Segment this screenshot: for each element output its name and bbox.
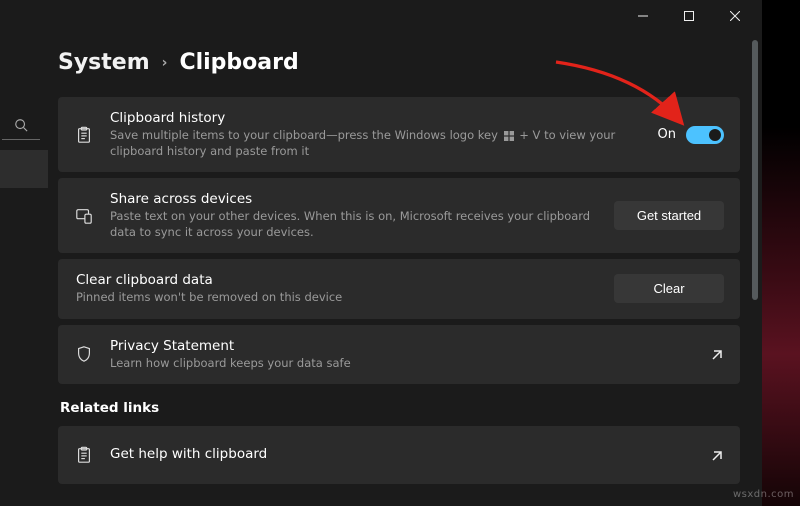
nav-sidebar <box>0 32 48 506</box>
clipboard-icon <box>74 126 94 144</box>
related-links-heading: Related links <box>60 400 740 416</box>
clear-button[interactable]: Clear <box>614 274 724 303</box>
open-external-icon <box>710 448 724 462</box>
minimize-button[interactable] <box>620 0 666 32</box>
search-input[interactable] <box>2 110 40 140</box>
breadcrumb-root[interactable]: System <box>58 50 150 75</box>
setting-title: Share across devices <box>110 191 598 207</box>
breadcrumb-current: Clipboard <box>179 50 298 75</box>
setting-description: Pinned items won't be removed on this de… <box>76 290 598 306</box>
setting-title: Clear clipboard data <box>76 272 598 288</box>
maximize-button[interactable] <box>666 0 712 32</box>
close-button[interactable] <box>712 0 758 32</box>
desktop-background-sliver <box>762 0 800 506</box>
breadcrumb: System › Clipboard <box>58 50 740 75</box>
devices-icon <box>74 207 94 225</box>
window-titlebar <box>0 0 762 32</box>
scrollbar-thumb[interactable] <box>752 40 758 300</box>
setting-clipboard-history: Clipboard history Save multiple items to… <box>58 97 740 172</box>
setting-title: Clipboard history <box>110 110 642 126</box>
setting-description: Save multiple items to your clipboard—pr… <box>110 128 642 159</box>
related-get-help[interactable]: Get help with clipboard <box>58 426 740 484</box>
setting-privacy-statement[interactable]: Privacy Statement Learn how clipboard ke… <box>58 325 740 385</box>
shield-icon <box>74 345 94 363</box>
setting-clear-clipboard: Clear clipboard data Pinned items won't … <box>58 259 740 319</box>
clipboard-icon <box>74 446 94 464</box>
open-external-icon <box>710 347 724 361</box>
main-content: System › Clipboard Clipboard history Sav… <box>48 32 762 506</box>
setting-description: Paste text on your other devices. When t… <box>110 209 598 240</box>
settings-window: System › Clipboard Clipboard history Sav… <box>0 0 762 506</box>
nav-item-selected[interactable] <box>0 150 48 188</box>
setting-description: Learn how clipboard keeps your data safe <box>110 356 694 372</box>
scrollbar[interactable] <box>752 40 758 480</box>
clipboard-history-toggle[interactable] <box>686 126 724 144</box>
link-title: Get help with clipboard <box>110 446 694 462</box>
get-started-button[interactable]: Get started <box>614 201 724 230</box>
chevron-right-icon: › <box>162 55 168 71</box>
watermark: wsxdn.com <box>733 489 794 500</box>
setting-share-across-devices: Share across devices Paste text on your … <box>58 178 740 253</box>
toggle-state-label: On <box>658 127 676 142</box>
windows-logo-icon <box>504 131 514 141</box>
setting-title: Privacy Statement <box>110 338 694 354</box>
